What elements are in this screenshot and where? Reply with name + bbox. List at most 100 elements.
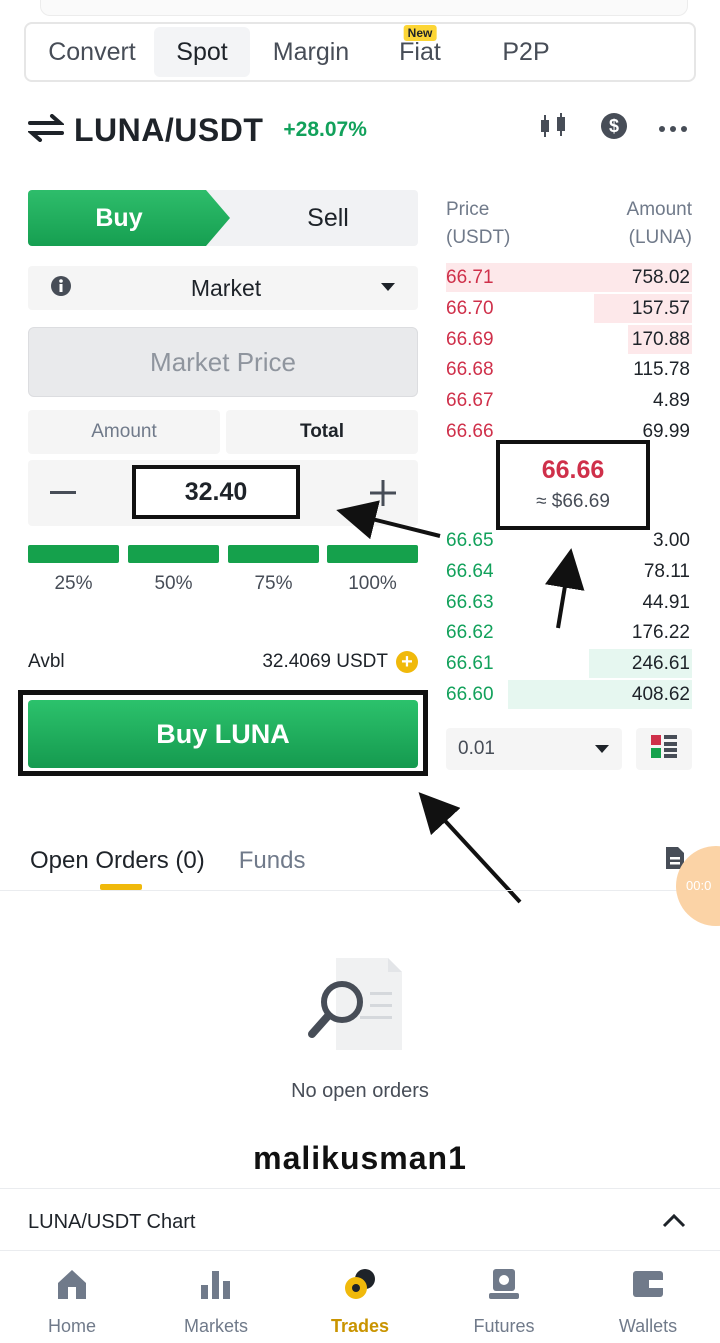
- top-strip: [40, 0, 688, 16]
- orderbook-amount: 4.89: [653, 390, 690, 412]
- orderbook-price: 66.61: [446, 653, 494, 675]
- open-orders-tab[interactable]: Open Orders (0): [30, 847, 205, 875]
- nav-home[interactable]: Home: [0, 1255, 144, 1343]
- orderbook-row[interactable]: 66.67 4.89: [446, 385, 692, 416]
- orderbook-price: 66.69: [446, 328, 494, 350]
- caret-down-icon: [594, 738, 610, 760]
- total-input[interactable]: 32.40: [132, 465, 300, 519]
- precision-select[interactable]: 0.01: [446, 728, 622, 770]
- add-funds-icon[interactable]: +: [396, 651, 418, 673]
- order-type-label: Market: [190, 274, 262, 301]
- orderbook-price: 66.64: [446, 560, 494, 582]
- percent-75-bar[interactable]: [228, 545, 319, 563]
- new-badge: New: [403, 25, 437, 41]
- tab-label: P2P: [502, 37, 550, 66]
- nav-trades[interactable]: Trades: [288, 1255, 432, 1343]
- orderbook-amount: 246.61: [631, 653, 690, 675]
- total-tab[interactable]: Total: [226, 410, 418, 454]
- tab-convert[interactable]: Convert: [30, 27, 154, 77]
- price-change: +28.07%: [283, 118, 367, 141]
- tab-margin[interactable]: Margin: [250, 27, 372, 77]
- candlestick-chart-icon[interactable]: [538, 112, 570, 145]
- orderbook-amount: 44.91: [642, 591, 690, 613]
- amount-header: Amount (LUNA): [560, 196, 692, 252]
- wallets-icon: [631, 1267, 665, 1306]
- orderbook-amount: 176.22: [631, 622, 690, 644]
- orders-tabs: Open Orders (0) Funds: [30, 844, 690, 878]
- orderbook-amount: 170.88: [631, 328, 690, 350]
- increment-button[interactable]: [360, 470, 406, 516]
- bottom-nav: Home Markets Trades Futures Wallets: [0, 1255, 720, 1343]
- orderbook-amount: 408.62: [631, 684, 690, 705]
- tab-label: Convert: [48, 37, 136, 66]
- caret-down-icon: [380, 279, 396, 297]
- last-price: 66.66: [541, 456, 605, 484]
- orderbook-amount: 758.02: [631, 267, 690, 288]
- buy-luna-button[interactable]: Buy LUNA: [28, 700, 418, 768]
- pair-name[interactable]: LUNA/USDT: [74, 112, 263, 149]
- watermark-text: malikusman1: [253, 1140, 467, 1176]
- tab-fiat[interactable]: New Fiat: [372, 25, 468, 77]
- percent-50-bar[interactable]: [128, 545, 219, 563]
- decrement-button[interactable]: [40, 470, 86, 516]
- orderbook-price: 66.71: [446, 267, 494, 288]
- orderbook-row[interactable]: 66.69 170.88: [446, 324, 692, 355]
- avbl-value: 32.4069 USDT: [262, 651, 388, 672]
- tab-label: Fiat: [399, 37, 441, 66]
- markets-icon: [199, 1267, 233, 1306]
- orderbook-amount: 78.11: [643, 560, 690, 582]
- precision-value: 0.01: [458, 738, 495, 759]
- available-balance: Avbl 32.4069 USDT +: [28, 648, 418, 676]
- nav-markets[interactable]: Markets: [144, 1255, 288, 1343]
- dollar-circle-icon[interactable]: $: [600, 112, 628, 145]
- amount-tab[interactable]: Amount: [28, 410, 220, 454]
- buy-sell-toggle: Buy Sell: [28, 190, 418, 246]
- nav-futures[interactable]: Futures: [432, 1255, 576, 1343]
- orderbook-row[interactable]: 66.64 78.11: [446, 556, 692, 587]
- orderbook-row[interactable]: 66.62 176.22: [446, 617, 692, 648]
- nav-label: Markets: [183, 1316, 248, 1336]
- percent-100-bar[interactable]: [327, 545, 418, 563]
- orderbook-row[interactable]: 66.60 408.62: [446, 679, 692, 710]
- percent-25-bar[interactable]: [28, 545, 119, 563]
- percent-label: 100%: [348, 573, 397, 594]
- swap-arrows-icon[interactable]: [26, 113, 66, 147]
- orderbook-row[interactable]: 66.63 44.91: [446, 587, 692, 618]
- order-type-select[interactable]: Market: [28, 266, 418, 310]
- orderbook-price: 66.63: [446, 591, 494, 613]
- orderbook-row[interactable]: 66.71 758.02: [446, 262, 692, 293]
- orderbook-price: 66.62: [446, 622, 494, 644]
- orderbook-amount: 115.78: [633, 359, 690, 381]
- orderbook-amount: 157.57: [631, 297, 690, 319]
- sell-tab[interactable]: Sell: [238, 190, 418, 246]
- tab-p2p[interactable]: P2P: [468, 27, 584, 77]
- tab-label: Margin: [272, 37, 350, 66]
- avbl-label: Avbl: [28, 651, 65, 672]
- nav-label: Wallets: [618, 1316, 678, 1336]
- tab-spot[interactable]: Spot: [154, 27, 250, 77]
- chart-toggle-row[interactable]: LUNA/USDT Chart: [28, 1204, 692, 1240]
- orderbook-layout-button[interactable]: [636, 728, 692, 770]
- chevron-up-icon[interactable]: [662, 1211, 686, 1234]
- percent-label: 50%: [154, 573, 193, 594]
- orderbook-row[interactable]: 66.68 115.78: [446, 354, 692, 385]
- more-icon[interactable]: [658, 120, 688, 138]
- buy-tab[interactable]: Buy: [28, 190, 230, 246]
- orderbook-row[interactable]: 66.61 246.61: [446, 648, 692, 679]
- last-price-box: 66.66 ≈ $66.69: [496, 440, 650, 530]
- percent-label: 25%: [54, 573, 93, 594]
- nav-label: Futures: [473, 1316, 535, 1336]
- divider: [0, 890, 720, 891]
- svg-text:$: $: [609, 116, 619, 136]
- nav-wallets[interactable]: Wallets: [576, 1255, 720, 1343]
- orderbook-price: 66.67: [446, 390, 494, 412]
- orderbook-row[interactable]: 66.70 157.57: [446, 293, 692, 324]
- percent-label: 75%: [254, 573, 293, 594]
- orderbook-price: 66.60: [446, 684, 494, 705]
- futures-icon: [487, 1267, 521, 1306]
- empty-state-text: No open orders: [291, 1080, 429, 1102]
- price-header-label: Price: [446, 199, 490, 220]
- divider: [0, 1188, 720, 1189]
- funds-tab[interactable]: Funds: [239, 847, 306, 875]
- info-icon[interactable]: [50, 275, 72, 302]
